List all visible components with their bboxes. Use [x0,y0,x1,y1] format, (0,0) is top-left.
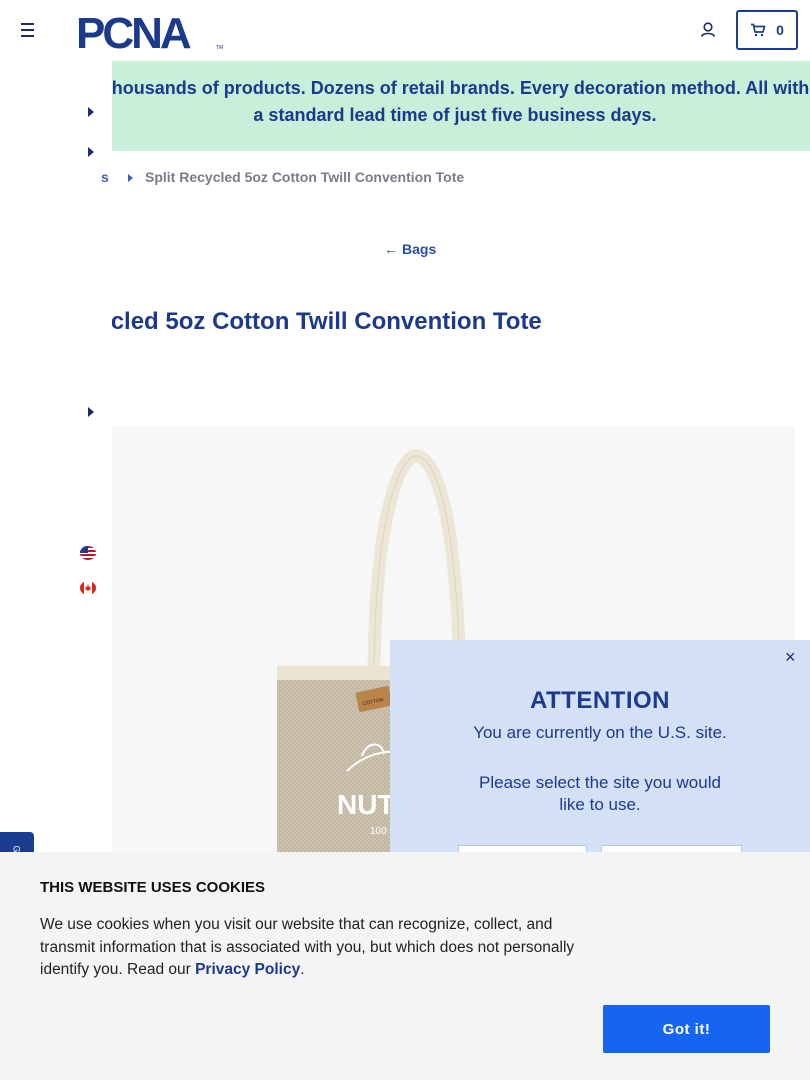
canada-flag-icon[interactable] [80,581,96,595]
modal-select-site-text: Please select the site you would like to… [479,773,721,814]
logo-trademark: TM [216,45,223,51]
back-link-label: Bags [402,241,437,257]
product-title: cycled 5oz Cotton Twill Convention Tote [84,308,542,335]
accept-cookies-button[interactable]: Got it! [603,1005,770,1053]
account-icon[interactable] [698,20,718,40]
logo-text: PCNA [76,10,191,52]
breadcrumb-separator-icon [128,174,133,182]
back-to-bags-link[interactable]: ← Bags [384,241,436,257]
modal-current-site-text: You are currently on the U.S. site. [473,723,727,742]
us-flag-icon[interactable] [80,546,96,560]
cookie-body-end: . [300,961,305,978]
pcna-logo[interactable]: PCNA TM [76,10,226,52]
rail-arrow-icon[interactable] [88,107,94,117]
cart-count: 0 [776,22,784,38]
cart-icon [751,23,766,37]
breadcrumb-current: Split Recycled 5oz Cotton Twill Conventi… [145,169,465,185]
tote-print-subtext: 100 [370,826,387,837]
modal-title: ATTENTION [529,687,671,714]
back-arrow-icon: ← [384,241,398,257]
close-icon[interactable]: × [785,648,796,666]
cookie-title: THIS WEBSITE USES COOKIES [40,879,266,896]
privacy-policy-link[interactable]: Privacy Policy [195,961,300,978]
site-select-modal [390,640,810,870]
cookie-body-text: We use cookies when you visit our websit… [40,916,575,978]
page: PCNA TM 0 Thousands of products. Dozens … [0,0,810,1080]
site-header: PCNA TM 0 [0,0,810,60]
promo-banner-text: Thousands of products. Dozens of retail … [100,78,810,125]
cart-button[interactable]: 0 [736,10,798,50]
rail-arrow-icon[interactable] [88,407,94,417]
rail-arrow-icon[interactable] [88,147,94,157]
cookie-body: We use cookies when you visit our websit… [40,914,600,982]
breadcrumb-previous[interactable]: s [101,169,109,185]
promo-banner: Thousands of products. Dozens of retail … [0,61,810,151]
menu-icon[interactable] [19,20,37,40]
